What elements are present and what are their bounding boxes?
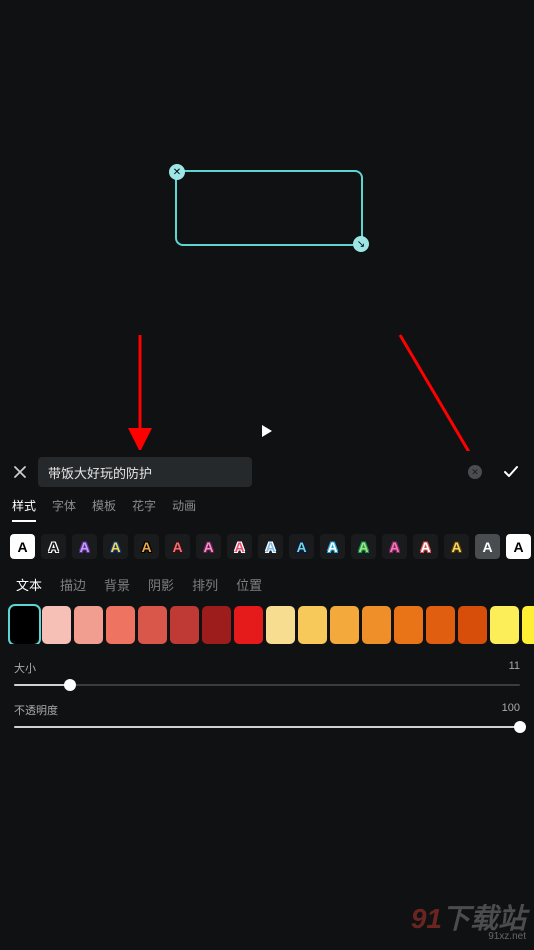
style-preset-8[interactable]: A <box>258 534 283 559</box>
style-preset-14[interactable]: A <box>444 534 469 559</box>
opacity-slider[interactable] <box>14 726 520 728</box>
resize-handle[interactable]: ↘ <box>353 236 369 252</box>
subtab-位置[interactable]: 位置 <box>236 575 262 594</box>
opacity-slider-thumb[interactable] <box>514 721 526 733</box>
subtab-背景[interactable]: 背景 <box>104 575 130 594</box>
style-preset-3[interactable]: A <box>103 534 128 559</box>
color-swatches <box>0 594 534 644</box>
subtab-阴影[interactable]: 阴影 <box>148 575 174 594</box>
style-presets-row: AAAAAAAAAAAAAAAAAA <box>0 522 534 559</box>
color-swatch-0[interactable] <box>10 606 39 644</box>
color-swatch-12[interactable] <box>394 606 423 644</box>
size-slider[interactable] <box>14 684 520 686</box>
play-icon[interactable] <box>262 425 272 437</box>
subtab-描边[interactable]: 描边 <box>60 575 86 594</box>
style-preset-16[interactable]: A <box>506 534 531 559</box>
style-preset-7[interactable]: A <box>227 534 252 559</box>
style-preset-5[interactable]: A <box>165 534 190 559</box>
opacity-label: 不透明度 <box>14 702 58 718</box>
color-swatch-1[interactable] <box>42 606 71 644</box>
style-preset-1[interactable]: A <box>41 534 66 559</box>
tab-模板[interactable]: 模板 <box>92 497 116 522</box>
color-swatch-5[interactable] <box>170 606 199 644</box>
color-swatch-7[interactable] <box>234 606 263 644</box>
color-swatch-13[interactable] <box>426 606 455 644</box>
size-slider-row: 大小 11 <box>0 644 534 686</box>
color-swatch-2[interactable] <box>74 606 103 644</box>
color-swatch-4[interactable] <box>138 606 167 644</box>
size-value: 11 <box>509 660 520 676</box>
close-button[interactable] <box>10 462 30 482</box>
clear-input-button[interactable]: ✕ <box>468 465 482 479</box>
main-tabs: 样式字体模板花字动画 <box>0 493 534 522</box>
color-swatch-14[interactable] <box>458 606 487 644</box>
subtab-排列[interactable]: 排列 <box>192 575 218 594</box>
input-row: ✕ <box>0 451 534 493</box>
style-preset-2[interactable]: A <box>72 534 97 559</box>
tab-字体[interactable]: 字体 <box>52 497 76 522</box>
style-preset-11[interactable]: A <box>351 534 376 559</box>
opacity-slider-row: 不透明度 100 <box>0 686 534 728</box>
watermark: 91下载站 91xz.net <box>411 906 526 942</box>
color-swatch-10[interactable] <box>330 606 359 644</box>
color-swatch-3[interactable] <box>106 606 135 644</box>
delete-handle[interactable]: ✕ <box>169 164 185 180</box>
style-preset-4[interactable]: A <box>134 534 159 559</box>
color-swatch-6[interactable] <box>202 606 231 644</box>
color-swatch-9[interactable] <box>298 606 327 644</box>
tab-花字[interactable]: 花字 <box>132 497 156 522</box>
text-input-wrap: ✕ <box>38 457 490 487</box>
size-label: 大小 <box>14 660 36 676</box>
video-preview: ✕ ↘ <box>0 0 534 445</box>
confirm-button[interactable] <box>498 459 524 485</box>
color-swatch-15[interactable] <box>490 606 519 644</box>
style-preset-12[interactable]: A <box>382 534 407 559</box>
text-editor-panel: ✕ 样式字体模板花字动画 AAAAAAAAAAAAAAAAAA 文本描边背景阴影… <box>0 451 534 728</box>
style-preset-13[interactable]: A <box>413 534 438 559</box>
tab-动画[interactable]: 动画 <box>172 497 196 522</box>
color-swatch-16[interactable] <box>522 606 534 644</box>
style-preset-0[interactable]: A <box>10 534 35 559</box>
tab-样式[interactable]: 样式 <box>12 497 36 522</box>
subtab-文本[interactable]: 文本 <box>16 575 42 594</box>
opacity-value: 100 <box>502 702 520 718</box>
style-preset-9[interactable]: A <box>289 534 314 559</box>
style-preset-6[interactable]: A <box>196 534 221 559</box>
size-slider-thumb[interactable] <box>64 679 76 691</box>
text-input[interactable] <box>38 457 252 487</box>
color-swatch-8[interactable] <box>266 606 295 644</box>
style-subtabs: 文本描边背景阴影排列位置 <box>0 559 534 594</box>
style-preset-10[interactable]: A <box>320 534 345 559</box>
style-preset-15[interactable]: A <box>475 534 500 559</box>
text-bounding-box[interactable]: ✕ ↘ <box>175 170 363 246</box>
color-swatch-11[interactable] <box>362 606 391 644</box>
